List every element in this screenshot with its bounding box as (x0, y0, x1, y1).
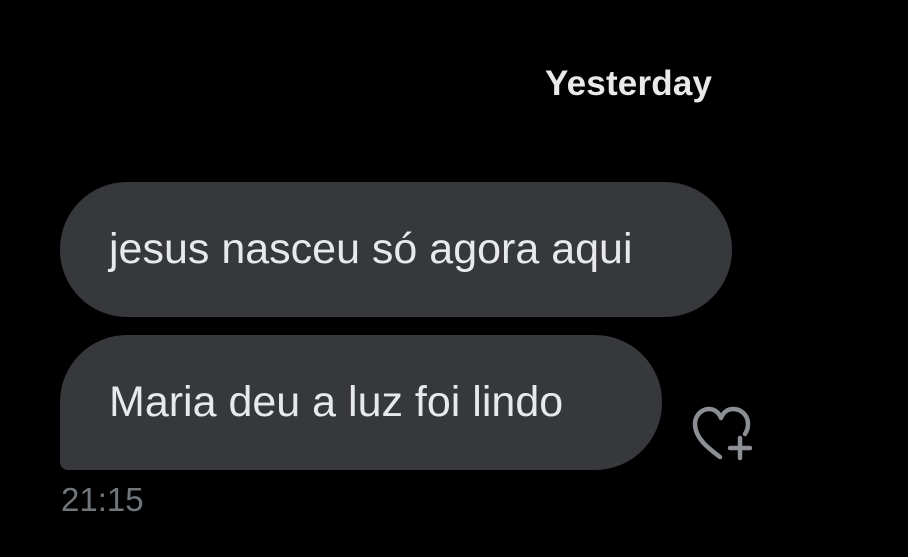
message-bubble[interactable]: jesus nasceu só agora aqui (60, 182, 732, 317)
message-timestamp: 21:15 (61, 481, 144, 518)
add-reaction-button[interactable] (690, 404, 756, 464)
heart-plus-icon (692, 406, 753, 461)
message-text: jesus nasceu só agora aqui (109, 225, 633, 273)
message-text: Maria deu a luz foi lindo (109, 378, 564, 426)
message-bubble[interactable]: Maria deu a luz foi lindo (60, 335, 662, 470)
date-divider: Yesterday (545, 64, 713, 103)
